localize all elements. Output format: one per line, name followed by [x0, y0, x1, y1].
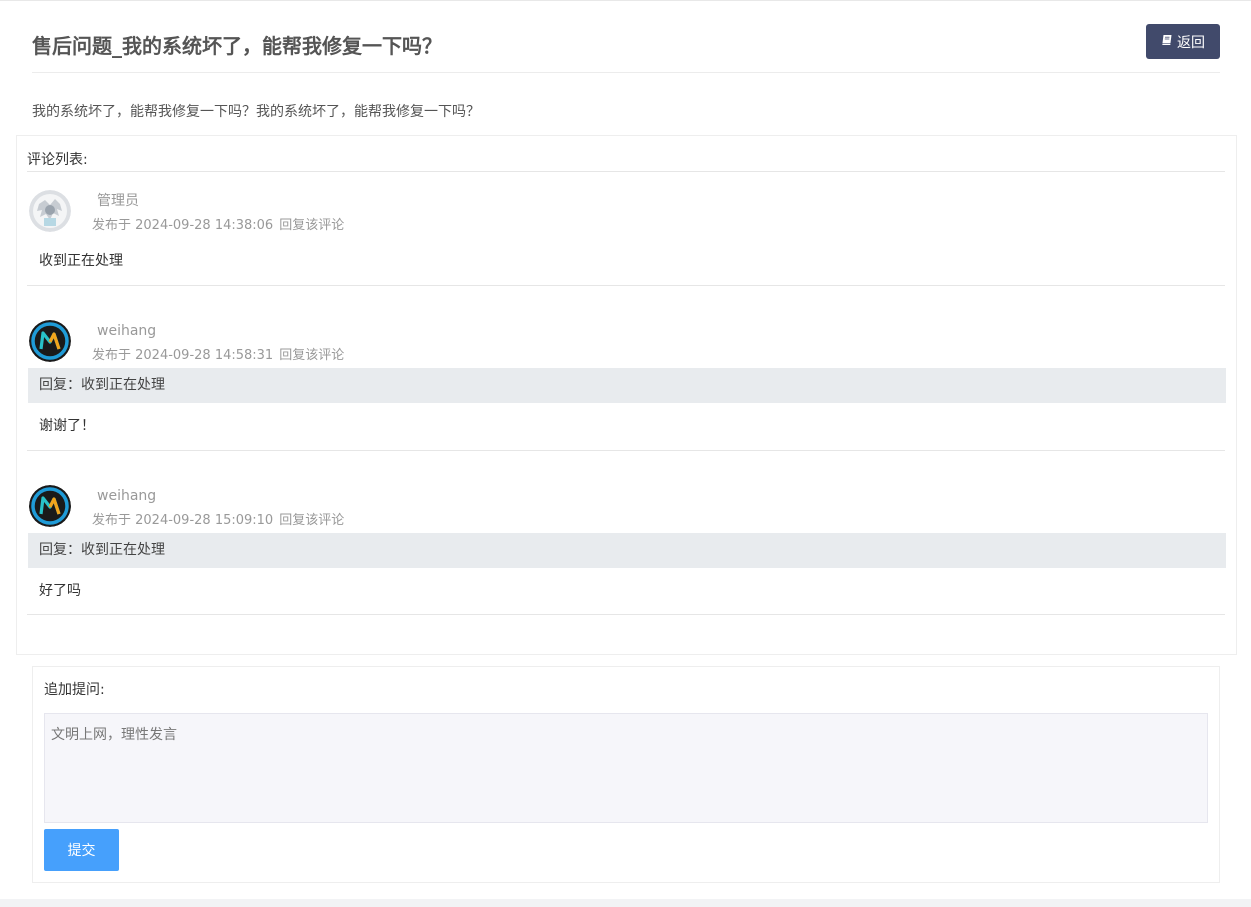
reply-comment-link[interactable]: 回复该评论 — [279, 218, 344, 233]
bottom-strip — [0, 899, 1251, 907]
comment-item: weihang 发布于 2024-09-28 15:09:10 回复该评论 回复：… — [27, 481, 1226, 615]
reply-comment-link[interactable]: 回复该评论 — [279, 513, 344, 528]
heading-divider — [27, 171, 1225, 172]
comment-timestamp: 发布于 2024-09-28 15:09:10 — [92, 513, 274, 528]
comment-content: 收到正在处理 — [39, 253, 123, 269]
book-icon — [1161, 34, 1173, 50]
back-button-label: 返回 — [1177, 34, 1205, 51]
comment-author: 管理员 — [97, 193, 139, 209]
comment-divider — [27, 285, 1225, 286]
reply-comment-link[interactable]: 回复该评论 — [279, 348, 344, 363]
comment-item: 管理员 发布于 2024-09-28 14:38:06 回复该评论 收到正在处理 — [27, 186, 1225, 286]
comment-content: 好了吗 — [39, 583, 81, 599]
comment-meta: 发布于 2024-09-28 14:38:06 回复该评论 — [92, 217, 344, 235]
follow-up-input[interactable] — [44, 713, 1208, 823]
comment-timestamp: 发布于 2024-09-28 14:38:06 — [92, 218, 274, 233]
admin-avatar-icon — [29, 190, 71, 232]
comment-divider — [27, 450, 1225, 451]
avatar — [29, 485, 71, 527]
title-divider — [32, 72, 1220, 73]
comment-item: weihang 发布于 2024-09-28 14:58:31 回复该评论 回复：… — [27, 316, 1226, 451]
avatar — [29, 320, 71, 362]
comment-author: weihang — [97, 323, 157, 339]
submit-button[interactable]: 提交 — [44, 829, 119, 871]
comment-divider — [27, 614, 1225, 615]
comment-meta: 发布于 2024-09-28 14:58:31 回复该评论 — [92, 347, 344, 365]
comment-quote: 回复：收到正在处理 — [28, 533, 1226, 568]
avatar — [29, 190, 71, 232]
post-body: 我的系统坏了，能帮我修复一下吗？我的系统坏了，能帮我修复一下吗？ — [32, 104, 480, 120]
top-border — [0, 0, 1251, 1]
follow-up-label: 追加提问: — [44, 682, 105, 698]
comments-heading: 评论列表: — [27, 152, 88, 168]
comment-content: 谢谢了！ — [39, 418, 95, 434]
comment-author: weihang — [97, 488, 157, 504]
page-title: 售后问题_我的系统坏了，能帮我修复一下吗？ — [32, 34, 442, 58]
comment-timestamp: 发布于 2024-09-28 14:58:31 — [92, 348, 274, 363]
back-button[interactable]: 返回 — [1146, 24, 1220, 59]
comment-quote: 回复：收到正在处理 — [28, 368, 1226, 403]
comment-meta: 发布于 2024-09-28 15:09:10 回复该评论 — [92, 512, 344, 530]
